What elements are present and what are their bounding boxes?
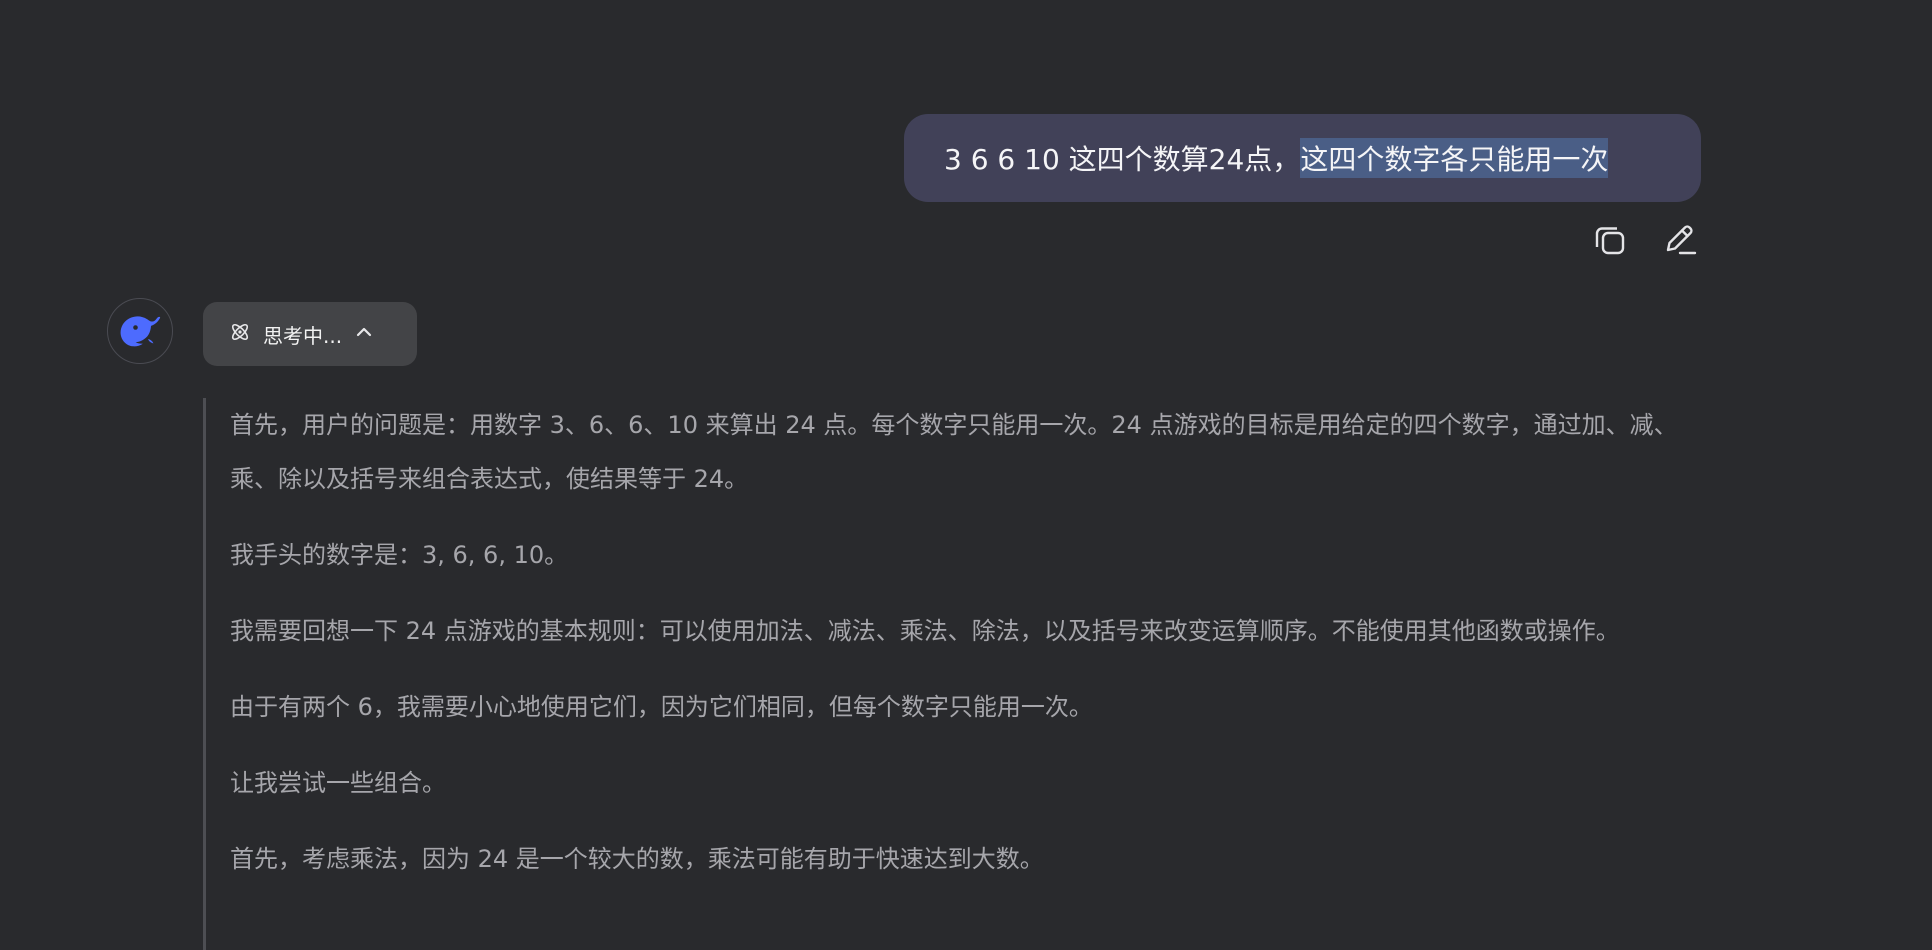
deepseek-whale-icon [117, 309, 163, 353]
copy-icon [1592, 222, 1628, 258]
user-message-bubble[interactable]: 3 6 6 10 这四个数算24点， 这四个数字各只能用一次 [904, 114, 1701, 202]
user-message-text: 3 6 6 10 这四个数算24点， [944, 143, 1301, 176]
assistant-avatar [107, 298, 173, 364]
thinking-toggle-button[interactable]: 思考中... [203, 302, 417, 366]
thought-paragraph: 我需要回想一下 24 点游戏的基本规则：可以使用加法、减法、乘法、除法，以及括号… [230, 617, 1620, 645]
thought-paragraph: 首先，考虑乘法，因为 24 是一个较大的数，乘法可能有助于快速达到大数。 [230, 845, 1044, 873]
thought-paragraph: 首先，用户的问题是：用数字 3、6、6、10 来算出 24 点。每个数字只能用一… [230, 411, 1678, 493]
thinking-content: 首先，用户的问题是：用数字 3、6、6、10 来算出 24 点。每个数字只能用一… [203, 398, 1723, 950]
user-message-selected-text: 这四个数字各只能用一次 [1300, 138, 1609, 178]
edit-icon [1661, 221, 1699, 259]
chevron-up-icon [354, 322, 374, 347]
atom-icon [229, 321, 251, 348]
thought-paragraph: 由于有两个 6，我需要小心地使用它们，因为它们相同，但每个数字只能用一次。 [230, 693, 1093, 721]
thought-paragraph: 我手头的数字是：3, 6, 6, 10。 [230, 541, 569, 569]
chat-page: 3 6 6 10 这四个数算24点， 这四个数字各只能用一次 思考中... 首先… [0, 0, 1932, 950]
thought-paragraph: 让我尝试一些组合。 [230, 769, 446, 797]
copy-button[interactable] [1590, 220, 1630, 260]
message-actions [1590, 220, 1700, 260]
edit-button[interactable] [1660, 220, 1700, 260]
thinking-label: 思考中... [263, 323, 343, 348]
